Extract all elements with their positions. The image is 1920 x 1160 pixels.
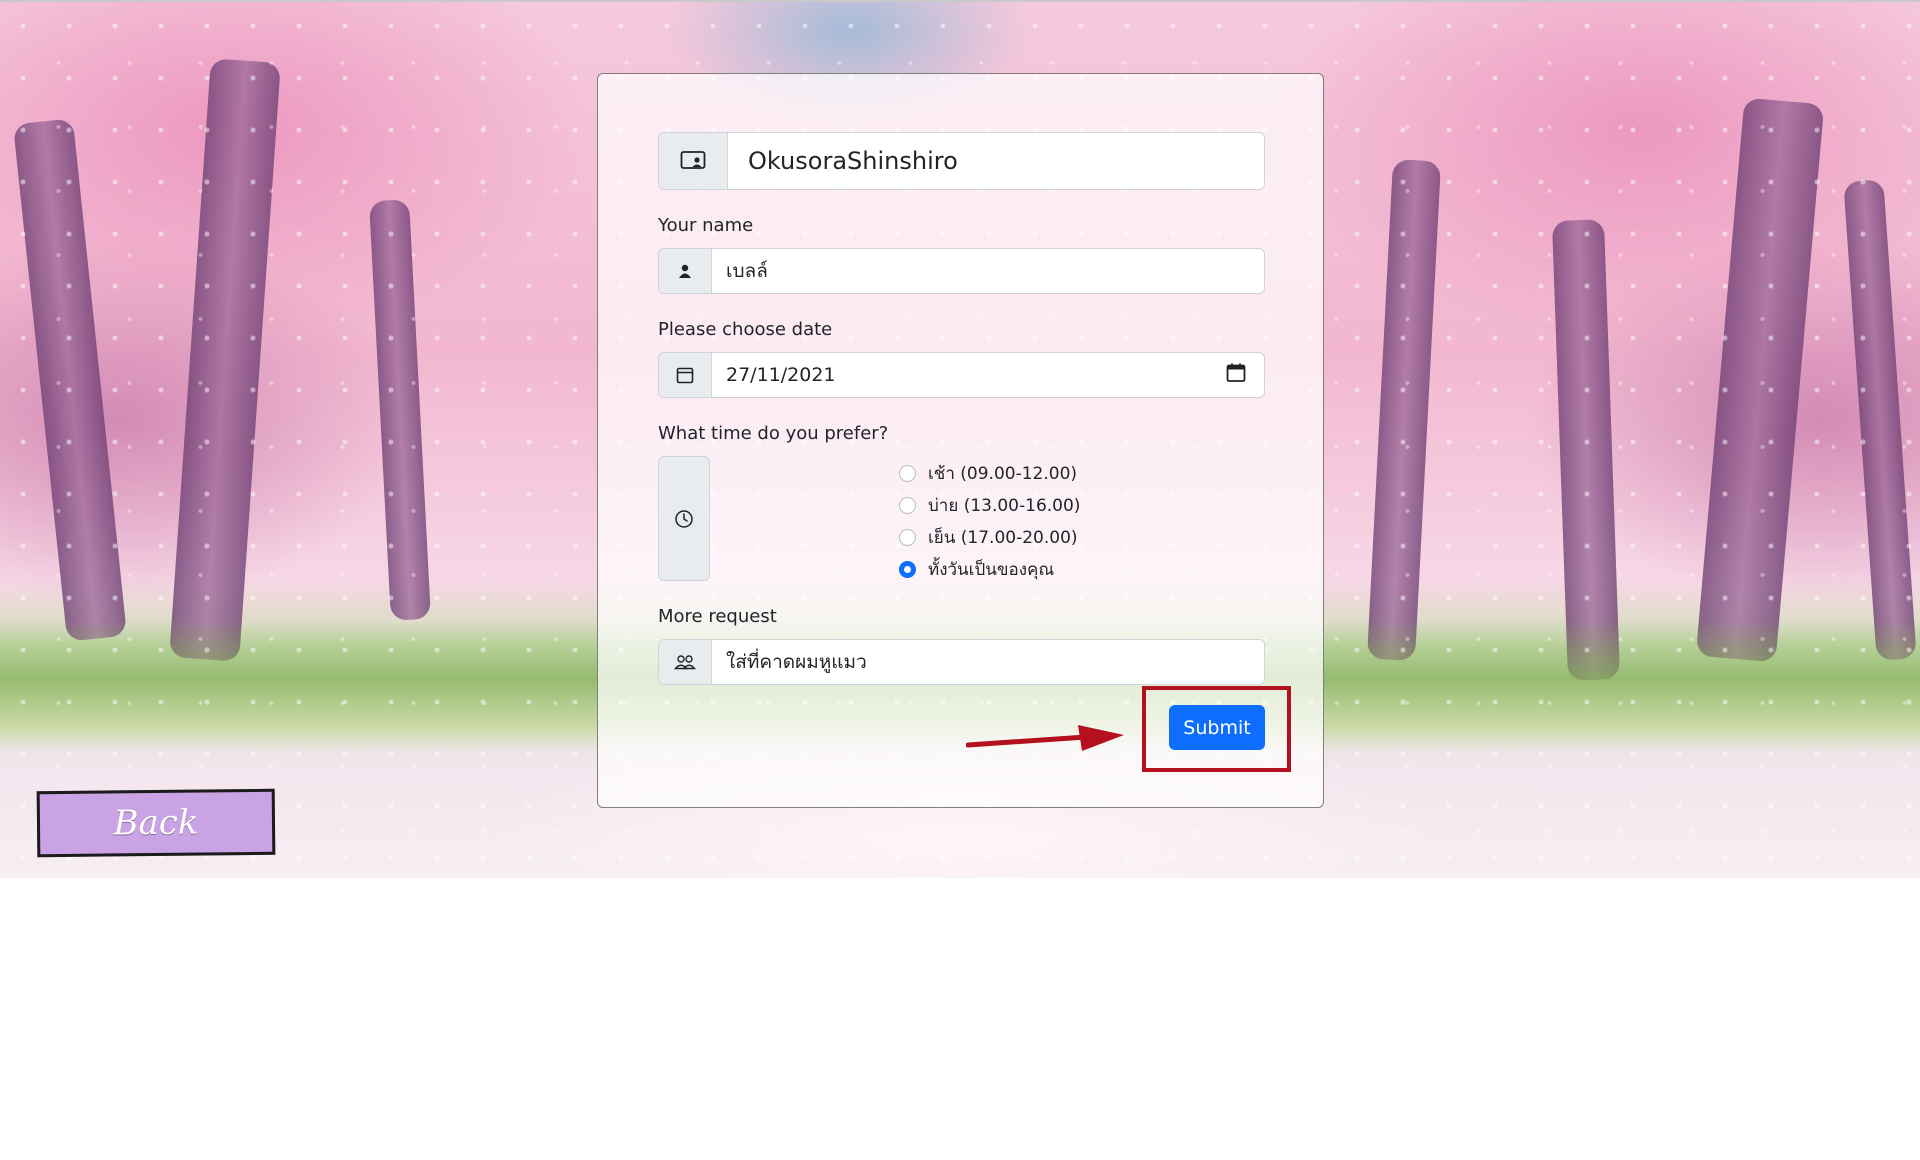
radio-button-selected[interactable] [899,560,916,578]
time-option[interactable]: เย็น (17.00-20.00) [899,521,1080,553]
radio-button[interactable] [899,496,916,514]
date-value: 27/11/2021 [726,364,836,386]
time-option-label: เช้า (09.00-12.00) [928,463,1078,484]
time-radio-group: เช้า (09.00-12.00) บ่าย (13.00-16.00) เย… [899,457,1080,585]
name-group: เบลล์ [658,248,1265,294]
time-option[interactable]: ทั้งวันเป็นของคุณ [899,553,1080,585]
time-option-label: เย็น (17.00-20.00) [928,527,1078,548]
people-icon [659,640,712,684]
back-button[interactable]: Back [36,788,276,858]
time-option[interactable]: เช้า (09.00-12.00) [899,457,1080,489]
name-input[interactable]: เบลล์ [712,249,1264,293]
username-field[interactable]: OkusoraShinshiro [728,133,1264,189]
calendar-icon [659,353,712,397]
time-label: What time do you prefer? [658,423,889,444]
username-group: OkusoraShinshiro [658,132,1265,190]
date-input[interactable]: 27/11/2021 [712,353,1264,397]
date-label: Please choose date [658,319,833,340]
time-option-label: ทั้งวันเป็นของคุณ [928,559,1055,580]
time-option[interactable]: บ่าย (13.00-16.00) [899,489,1080,521]
date-group: 27/11/2021 [658,352,1265,398]
person-icon [659,249,712,293]
radio-button[interactable] [899,464,916,482]
time-option-label: บ่าย (13.00-16.00) [928,495,1081,516]
clock-icon [658,456,710,581]
profile-card-icon [659,133,728,189]
submit-highlight-box [1142,686,1291,772]
request-label: More request [658,606,777,627]
name-label: Your name [658,215,754,236]
request-group: ใส่ที่คาดผมหูแมว [658,639,1265,685]
radio-button[interactable] [899,528,916,546]
top-border [0,0,1920,2]
calendar-picker-icon[interactable] [1226,363,1246,388]
pointer-arrow-icon [966,725,1124,751]
request-input[interactable]: ใส่ที่คาดผมหูแมว [712,640,1264,684]
